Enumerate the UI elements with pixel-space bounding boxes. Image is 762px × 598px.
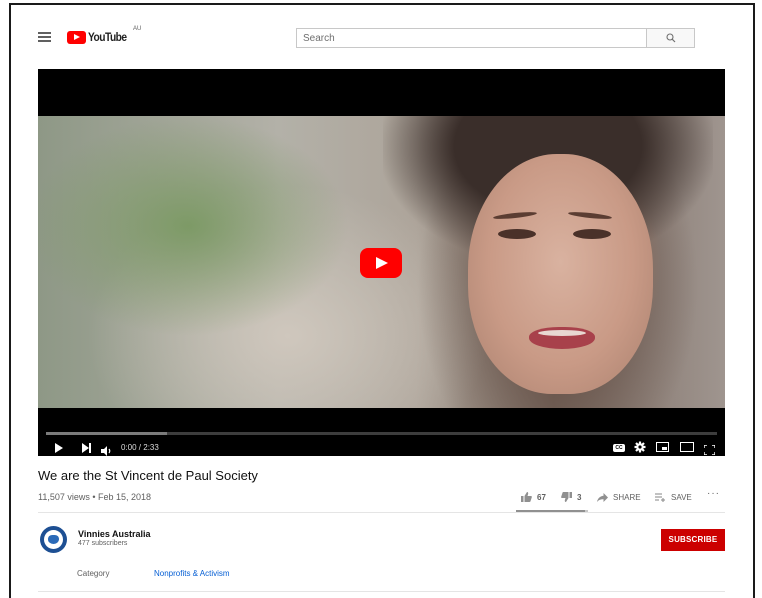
- share-button[interactable]: SHARE: [597, 492, 641, 502]
- like-button[interactable]: 67: [521, 492, 546, 502]
- settings-gear-icon[interactable]: [634, 441, 646, 453]
- save-button[interactable]: SAVE: [655, 493, 692, 502]
- time-display: 0:00 / 2:33: [121, 443, 159, 452]
- play-icon[interactable]: [55, 443, 63, 453]
- fullscreen-icon[interactable]: [703, 442, 716, 456]
- search-input[interactable]: [296, 28, 646, 48]
- youtube-logo[interactable]: YouTube AU: [67, 26, 141, 46]
- video-player[interactable]: 0:00 / 2:33 CC: [38, 69, 725, 456]
- dislike-button[interactable]: 3: [561, 492, 581, 502]
- like-count: 67: [537, 492, 546, 502]
- share-label: SHARE: [613, 492, 641, 502]
- divider: [38, 512, 725, 513]
- channel-name[interactable]: Vinnies Australia: [78, 529, 151, 539]
- browser-frame: YouTube AU Search 0:00 / 2:33 CC We are …: [9, 3, 755, 598]
- volume-icon[interactable]: [101, 443, 113, 456]
- youtube-play-logo-icon: [67, 30, 86, 44]
- more-actions-icon[interactable]: ···: [707, 488, 720, 499]
- video-frame-eye: [573, 229, 611, 239]
- thumbs-down-icon: [561, 492, 572, 502]
- category-link[interactable]: Nonprofits & Activism: [154, 569, 230, 578]
- next-icon[interactable]: [82, 443, 92, 453]
- video-frame-face: [468, 154, 653, 394]
- thumbs-up-icon: [521, 492, 532, 502]
- theater-mode-icon[interactable]: [680, 442, 694, 452]
- menu-icon[interactable]: [38, 32, 51, 42]
- large-play-button[interactable]: [360, 248, 402, 278]
- search-icon: [665, 33, 675, 43]
- speaker-icon: [101, 446, 111, 456]
- logo-region-code: AU: [133, 26, 142, 32]
- playlist-add-icon: [655, 492, 665, 502]
- subscriber-count: 477 subscribers: [78, 540, 128, 547]
- video-frame-eye: [498, 229, 536, 239]
- subscribe-button[interactable]: SUBSCRIBE: [661, 529, 725, 551]
- video-title: We are the St Vincent de Paul Society: [38, 468, 258, 483]
- category-label: Category: [77, 569, 110, 578]
- search-button[interactable]: [646, 28, 695, 48]
- divider: [38, 591, 725, 592]
- progress-buffered: [46, 432, 167, 435]
- video-meta: 11,507 views • Feb 15, 2018: [38, 492, 152, 502]
- logo-text: YouTube: [88, 30, 127, 44]
- miniplayer-icon[interactable]: [656, 442, 669, 452]
- player-controls: 0:00 / 2:33 CC: [38, 408, 725, 456]
- share-arrow-icon: [597, 492, 608, 502]
- channel-avatar[interactable]: [40, 526, 67, 553]
- save-label: SAVE: [671, 492, 692, 502]
- dislike-count: 3: [577, 492, 582, 502]
- progress-bar[interactable]: [46, 432, 717, 435]
- subtitles-icon[interactable]: CC: [613, 444, 625, 452]
- video-frame-teeth: [538, 330, 586, 336]
- search-bar: [296, 28, 695, 48]
- masthead: YouTube AU: [11, 5, 753, 69]
